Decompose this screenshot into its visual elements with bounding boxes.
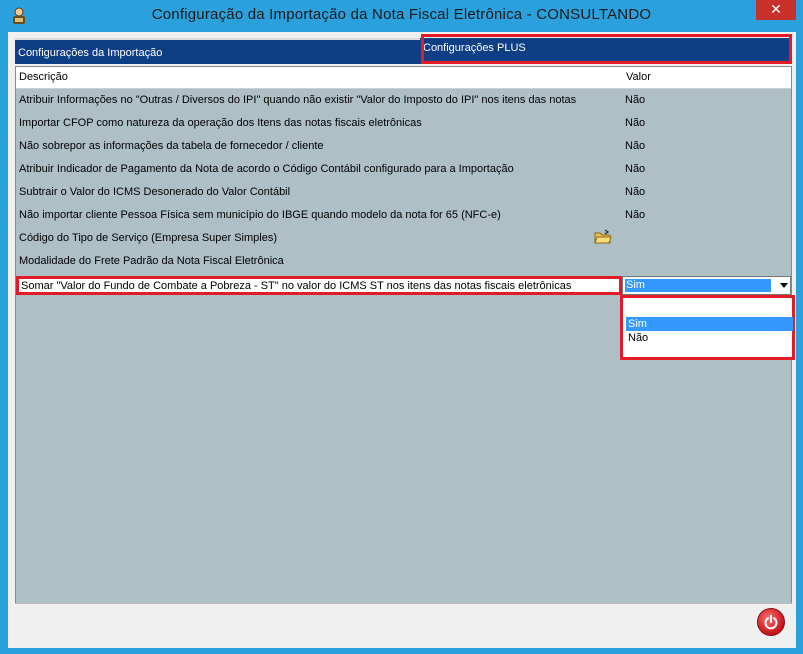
row-description: Atribuir Indicador de Pagamento da Nota … — [19, 163, 514, 175]
row-description: Atribuir Informações no "Outras / Divers… — [19, 94, 577, 106]
dropdown-list: Sim Não — [626, 317, 793, 345]
dropdown-list-highlight: Sim Não — [620, 295, 795, 360]
bottom-bar — [15, 603, 792, 642]
table-row[interactable]: Importar CFOP como natureza da operação … — [16, 112, 791, 135]
folder-open-icon[interactable] — [594, 229, 612, 245]
chevron-down-icon[interactable] — [780, 283, 788, 288]
settings-grid: Descrição Valor Atribuir Informações no … — [15, 66, 795, 631]
column-header-value: Valor — [626, 71, 651, 83]
table-row-editing[interactable]: Somar "Valor do Fundo de Combate a Pobre… — [16, 276, 793, 295]
row-value: Não — [625, 140, 646, 152]
grid-header: Descrição Valor — [16, 67, 791, 89]
editing-row-description-highlight: Somar "Valor do Fundo de Combate a Pobre… — [16, 276, 622, 295]
row-value: Não — [625, 94, 646, 106]
row-description: Código do Tipo de Serviço (Empresa Super… — [19, 232, 278, 244]
tab-configuracoes-plus[interactable]: Configurações PLUS — [420, 38, 792, 64]
row-value: Não — [625, 117, 646, 129]
tab-strip: Configurações da Importação Configuraçõe… — [15, 38, 792, 64]
combobox-selected-value: Sim — [625, 279, 771, 292]
exit-button[interactable] — [757, 608, 785, 636]
table-row[interactable]: Modalidade do Frete Padrão da Nota Fisca… — [16, 250, 791, 273]
row-description: Modalidade do Frete Padrão da Nota Fisca… — [19, 255, 284, 267]
row-description: Não sobrepor as informações da tabela de… — [19, 140, 324, 152]
row-value: Não — [625, 209, 646, 221]
column-header-description: Descrição — [19, 71, 68, 83]
close-button[interactable]: ✕ — [756, 0, 796, 20]
table-row[interactable]: Não importar cliente Pessoa Física sem m… — [16, 204, 791, 227]
power-icon — [764, 614, 778, 630]
table-row[interactable]: Atribuir Indicador de Pagamento da Nota … — [16, 158, 791, 181]
window-client-area: Configurações da Importação Configuraçõe… — [8, 32, 796, 648]
table-row[interactable]: Código do Tipo de Serviço (Empresa Super… — [16, 227, 791, 250]
tab-configuracoes-importacao[interactable]: Configurações da Importação — [15, 38, 420, 64]
table-row[interactable]: Não sobrepor as informações da tabela de… — [16, 135, 791, 158]
value-combobox[interactable]: Sim — [622, 276, 791, 295]
title-bar: Configuração da Importação da Nota Fisca… — [0, 0, 803, 32]
row-description: Não importar cliente Pessoa Física sem m… — [19, 209, 501, 221]
table-row[interactable]: Subtrair o Valor do ICMS Desonerado do V… — [16, 181, 791, 204]
dropdown-option-sim[interactable]: Sim — [626, 317, 793, 331]
table-row[interactable]: Atribuir Informações no "Outras / Divers… — [16, 89, 791, 112]
row-value: Não — [625, 163, 646, 175]
row-description: Subtrair o Valor do ICMS Desonerado do V… — [19, 186, 291, 198]
window-title: Configuração da Importação da Nota Fisca… — [151, 6, 652, 23]
row-value: Não — [625, 186, 646, 198]
row-description: Somar "Valor do Fundo de Combate a Pobre… — [21, 280, 572, 292]
row-description: Importar CFOP como natureza da operação … — [19, 117, 422, 129]
dropdown-option-nao[interactable]: Não — [626, 331, 793, 345]
